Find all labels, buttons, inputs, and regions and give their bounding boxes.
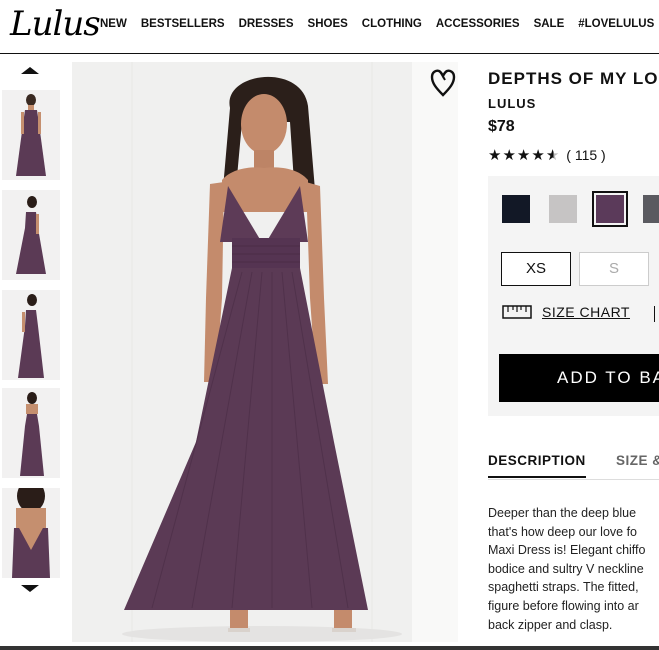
nav-accessories[interactable]: ACCESSORIES [436,18,520,30]
thumbnail-profile[interactable] [2,290,60,380]
size-option-xs[interactable]: XS [501,252,571,286]
star-icon: ★ [516,147,532,164]
nav-dresses[interactable]: DRESSES [239,18,294,30]
size-option-s[interactable]: S [579,252,649,286]
description-line: Maxi Dress is! Elegant chiffo [488,543,646,558]
product-info-tabs: DESCRIPTION SIZE & [488,450,659,480]
review-count[interactable]: ( 115 ) [566,147,605,163]
description-line: figure before flowing into ar [488,598,639,613]
size-chart-label[interactable]: SIZE CHART [542,304,630,320]
main-product-image[interactable] [72,62,458,642]
main-nav: NEW BESTSELLERS DRESSES SHOES CLOTHING A… [100,18,659,30]
product-brand[interactable]: LULUS [488,96,536,111]
star-icon: ★ [502,147,517,164]
product-title: DEPTHS OF MY LO [488,69,659,88]
nav-shoes[interactable]: SHOES [308,18,348,30]
star-icon: ★ [531,147,546,164]
window-bottom-edge [0,646,659,650]
nav-bestsellers[interactable]: BESTSELLERS [141,18,225,30]
description-line: bodice and sultry V neckline [488,561,644,576]
description-line: spaghetti straps. The fitted, [488,580,639,595]
thumbnail-closeup[interactable] [2,488,60,578]
nav-sale[interactable]: SALE [534,18,565,30]
color-swatch-plum-selected[interactable] [592,191,628,227]
rating-stars-icon: ★★★★★ [488,146,560,164]
product-description: Deeper than the deep blue that's how dee… [488,504,659,634]
ruler-icon [502,305,532,319]
half-star-icon: ★ [545,147,561,164]
site-header: Lulus NEW BESTSELLERS DRESSES SHOES CLOT… [0,0,659,54]
color-swatch-grey[interactable] [549,195,577,223]
nav-new[interactable]: NEW [100,18,127,30]
size-chart-link[interactable]: SIZE CHART [502,304,630,320]
thumbnail-back[interactable] [2,388,60,478]
star-icon: ★ [488,147,503,164]
thumbnail-scroll-down-icon[interactable] [21,585,39,592]
divider [654,306,655,322]
product-rating[interactable]: ★★★★★ ( 115 ) [488,146,606,164]
description-line: that's how deep our love fo [488,524,638,539]
thumbnail-front[interactable] [2,90,60,180]
nav-clothing[interactable]: CLOTHING [362,18,422,30]
thumbnail-scroll-up-icon[interactable] [21,67,39,74]
thumbnail-strip [0,60,62,650]
thumbnail-side[interactable] [2,190,60,280]
lulus-logo[interactable]: Lulus [10,4,101,44]
nav-lovelulus[interactable]: #LOVELULUS [578,18,654,30]
color-swatch-charcoal[interactable] [643,195,659,223]
description-line: back zipper and clasp. [488,617,613,632]
color-swatch-navy[interactable] [502,195,530,223]
product-options: XS S SIZE CHART ADD TO BA [488,176,659,416]
product-price: $78 [488,118,515,135]
heart-icon[interactable] [430,68,456,103]
tab-description[interactable]: DESCRIPTION [488,453,586,478]
tab-size-fit[interactable]: SIZE & [616,453,659,468]
description-line: Deeper than the deep blue [488,506,637,520]
add-to-bag-button[interactable]: ADD TO BA [499,354,659,402]
